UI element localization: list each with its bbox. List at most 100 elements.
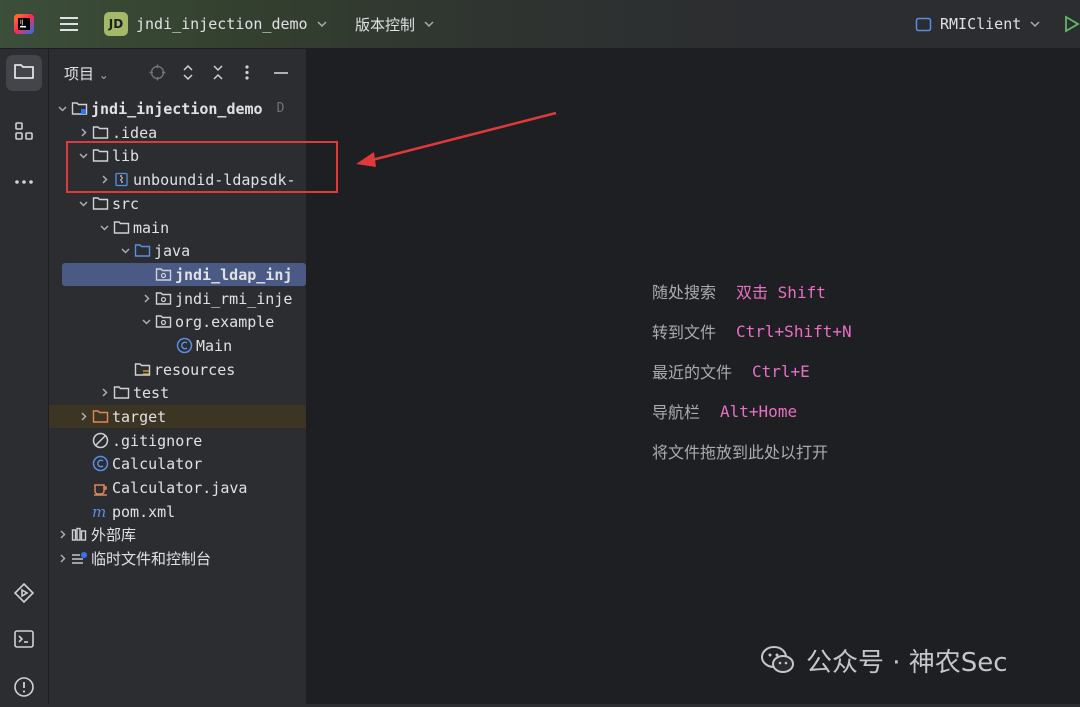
tree-item-9[interactable]: org.example xyxy=(49,310,306,333)
tree-item-15[interactable]: Calculator xyxy=(49,452,306,475)
editor-area[interactable]: 随处搜索 双击 Shift 转到文件 Ctrl+Shift+N 最近的文件 Ct… xyxy=(307,49,1080,704)
terminal-icon xyxy=(13,629,35,653)
chevron-right-icon[interactable] xyxy=(139,287,153,310)
tree-item-label: .gitignore xyxy=(112,431,203,450)
chevron-right-icon[interactable] xyxy=(55,547,69,570)
chevron-down-icon xyxy=(1029,18,1041,30)
hint-shortcut: Ctrl+Shift+N xyxy=(736,321,852,341)
vcs-menu[interactable]: 版本控制 xyxy=(355,0,435,48)
maven-icon: m xyxy=(90,500,110,523)
project-panel-title: 项目 xyxy=(64,65,95,83)
tree-item-label: jndi_ldap_inj xyxy=(175,265,293,284)
tree-item-7[interactable]: jndi_ldap_inj xyxy=(62,263,306,286)
tree-item-11[interactable]: resources xyxy=(49,358,306,381)
more-tools-button[interactable] xyxy=(6,161,42,197)
hint-goto-file: 转到文件 Ctrl+Shift+N xyxy=(652,319,852,343)
tree-item-5[interactable]: main xyxy=(49,216,306,239)
hint-shortcut: Alt+Home xyxy=(720,401,798,421)
class-icon xyxy=(174,334,194,357)
run-config-name: RMIClient xyxy=(940,15,1022,33)
project-tool-button[interactable] xyxy=(6,55,42,91)
tree-item-label: java xyxy=(154,241,191,260)
collapse-all-icon[interactable] xyxy=(211,64,225,85)
folder-icon xyxy=(111,216,131,239)
chevron-down-icon[interactable] xyxy=(118,239,132,262)
project-view-selector[interactable]: 项目 ⌄ xyxy=(64,63,109,84)
structure-icon xyxy=(14,121,34,145)
run-icon[interactable] xyxy=(1064,0,1080,48)
annotation-highlight-box xyxy=(66,141,338,193)
warning-circle-icon xyxy=(13,676,35,702)
problems-tool-button[interactable] xyxy=(6,671,42,707)
tree-item-4[interactable]: src xyxy=(49,192,306,215)
external-libraries-icon xyxy=(69,523,89,546)
locate-icon[interactable] xyxy=(149,64,166,85)
tree-item-19[interactable]: 临时文件和控制台 xyxy=(49,547,306,570)
ignore-file-icon xyxy=(90,429,110,452)
tree-item-label: org.example xyxy=(175,312,275,331)
project-switcher[interactable]: JD jndi_injection_demo xyxy=(104,0,328,48)
folder-icon xyxy=(90,192,110,215)
tree-item-16[interactable]: Calculator.java xyxy=(49,476,306,499)
tree-item-14[interactable]: .gitignore xyxy=(49,429,306,452)
more-horizontal-icon xyxy=(14,170,34,189)
expand-all-icon[interactable] xyxy=(181,64,195,85)
chevron-down-icon xyxy=(423,18,435,30)
tree-item-18[interactable]: 外部库 xyxy=(49,523,306,546)
folder-icon xyxy=(13,61,35,85)
svg-text:IJ: IJ xyxy=(20,19,24,26)
excluded-folder-icon xyxy=(90,405,110,428)
hide-icon[interactable] xyxy=(273,64,289,85)
watermark: 公众号 · 神农Sec xyxy=(760,640,1008,680)
hint-shortcut: Ctrl+E xyxy=(752,361,810,381)
module-folder-icon xyxy=(69,97,89,120)
tree-item-label: Calculator xyxy=(112,454,203,473)
chevron-down-icon[interactable] xyxy=(97,216,111,239)
tree-item-label: test xyxy=(133,383,170,402)
tree-item-6[interactable]: java xyxy=(49,239,306,262)
run-config-selector[interactable]: RMIClient xyxy=(915,0,1041,48)
chevron-down-icon[interactable] xyxy=(139,310,153,333)
intellij-logo-icon[interactable]: IJ xyxy=(12,0,36,48)
hint-search-everywhere: 随处搜索 双击 Shift xyxy=(652,279,826,303)
tree-item-label: 临时文件和控制台 xyxy=(91,550,212,568)
chevron-down-icon[interactable] xyxy=(76,192,90,215)
tree-item-label: src xyxy=(112,194,140,213)
options-icon[interactable] xyxy=(245,64,249,85)
tree-item-17[interactable]: m pom.xml xyxy=(49,500,306,523)
structure-tool-button[interactable] xyxy=(6,115,42,151)
tree-item-12[interactable]: test xyxy=(49,381,306,404)
tree-item-0[interactable]: jndi_injection_demo D xyxy=(49,97,306,120)
tree-item-label: Calculator.java xyxy=(112,478,248,497)
chevron-right-icon[interactable] xyxy=(97,381,111,404)
tree-item-8[interactable]: jndi_rmi_inje xyxy=(49,287,306,310)
chevron-right-icon[interactable] xyxy=(55,523,69,546)
title-bar: IJ JD jndi_injection_demo 版本控制 RMIClient xyxy=(0,0,1080,49)
services-tool-button[interactable] xyxy=(6,577,42,613)
tree-item-label: .idea xyxy=(112,123,158,142)
wechat-icon xyxy=(761,646,794,673)
services-icon xyxy=(13,582,35,608)
tree-item-13[interactable]: target xyxy=(49,405,306,428)
project-name: jndi_injection_demo xyxy=(136,15,308,33)
svg-text:m: m xyxy=(92,504,106,519)
hint-label: 将文件拖放到此处以打开 xyxy=(652,443,829,462)
hint-label: 最近的文件 xyxy=(652,363,733,382)
main-menu-icon[interactable] xyxy=(58,0,80,48)
project-badge: JD xyxy=(104,12,128,36)
terminal-tool-button[interactable] xyxy=(6,623,42,659)
tree-item-10[interactable]: Main xyxy=(49,334,306,357)
tree-item-label: target xyxy=(112,407,167,426)
hint-drop-files: 将文件拖放到此处以打开 xyxy=(652,439,828,463)
chevron-down-icon[interactable] xyxy=(55,97,69,120)
tree-item-label: resources xyxy=(154,360,236,379)
tree-item-label: main xyxy=(133,218,170,237)
class-icon xyxy=(90,452,110,475)
tree-item-label: jndi_injection_demo xyxy=(91,99,263,118)
chevron-right-icon[interactable] xyxy=(76,405,90,428)
java-file-icon xyxy=(90,476,110,499)
source-folder-icon xyxy=(132,239,152,262)
